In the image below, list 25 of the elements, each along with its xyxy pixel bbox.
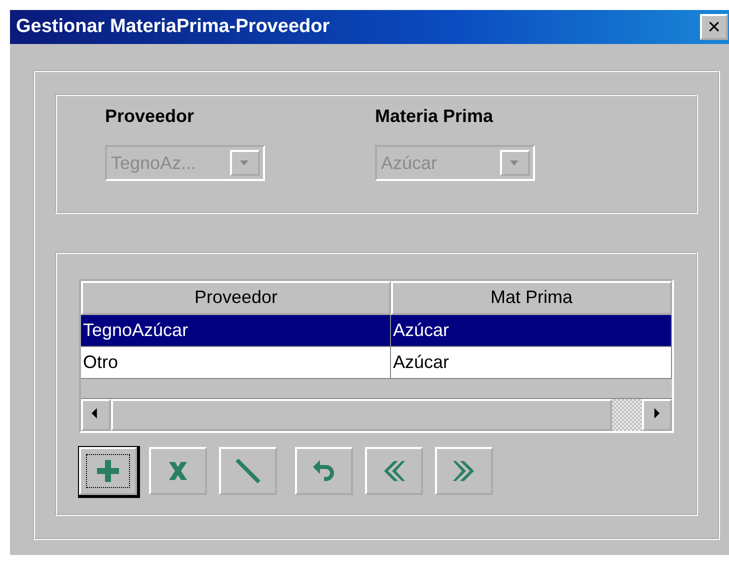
scrollbar-track[interactable]: [612, 398, 642, 431]
plus-icon: [95, 458, 121, 484]
double-right-icon: [452, 458, 476, 483]
scrollbar-thumb[interactable]: [111, 398, 612, 431]
table-cell[interactable]: Azúcar: [391, 346, 672, 379]
add-button[interactable]: [79, 446, 137, 495]
table-cell[interactable]: Otro: [81, 346, 391, 379]
scroll-right-button[interactable]: [642, 398, 672, 431]
table-cell[interactable]: Azúcar: [391, 314, 672, 347]
window-title: Gestionar MateriaPrima-Proveedor: [16, 16, 330, 38]
next-button[interactable]: [435, 446, 493, 495]
column-header[interactable]: Proveedor: [81, 280, 391, 315]
close-icon: [167, 460, 189, 482]
table-cell[interactable]: TegnoAzúcar: [81, 314, 391, 347]
filter-label: Materia Prima: [375, 106, 494, 127]
undo-button[interactable]: [295, 446, 353, 495]
column-header[interactable]: Mat Prima: [391, 280, 672, 315]
undo-icon: [311, 458, 337, 484]
edit-button[interactable]: [219, 446, 277, 495]
delete-button[interactable]: [149, 446, 207, 495]
scroll-left-button[interactable]: [81, 398, 111, 431]
filter-label: Proveedor: [105, 106, 196, 127]
close-button[interactable]: ×: [700, 14, 728, 40]
double-left-icon: [382, 458, 406, 483]
previous-button[interactable]: [365, 446, 423, 495]
